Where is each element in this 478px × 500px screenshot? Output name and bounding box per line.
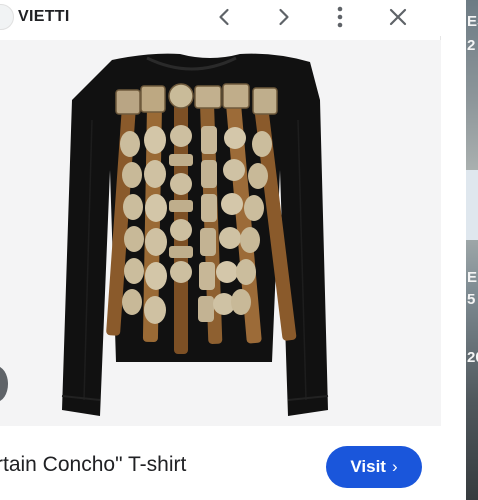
site-favicon — [0, 4, 14, 30]
site-name[interactable]: VIETTI — [18, 8, 70, 26]
product-title[interactable]: rtain Concho" T-shirt — [0, 453, 186, 477]
chevron-left-icon — [219, 8, 229, 26]
tshirt-illustration — [61, 53, 329, 416]
previous-button[interactable] — [209, 2, 241, 32]
side-text-line: 2 — [467, 37, 476, 54]
side-thumbnail — [466, 170, 478, 240]
side-text-line: EE — [467, 269, 478, 286]
chevron-right-icon: › — [391, 457, 398, 476]
more-vert-icon — [337, 6, 343, 28]
chevron-right-icon — [279, 8, 289, 26]
result-footer: rtain Concho" T-shirt Visit › — [0, 426, 441, 500]
side-text-line: 20 — [467, 349, 478, 366]
viewer-header: VIETTI — [0, 0, 441, 36]
visit-label: Visit — [350, 457, 386, 476]
product-image[interactable] — [0, 40, 441, 426]
visit-button[interactable]: Visit › — [326, 446, 422, 488]
next-result-panel[interactable]: ES 2 EE 5 20 — [466, 0, 478, 500]
side-text-line: 5 — [467, 291, 476, 308]
close-button[interactable] — [382, 2, 414, 32]
close-icon — [389, 8, 407, 26]
more-options-button[interactable] — [324, 2, 356, 32]
side-text-line: ES — [467, 13, 478, 30]
image-viewer: VIETTI rtain Concho" T-shirt Visit › — [0, 0, 441, 500]
next-button[interactable] — [267, 2, 299, 32]
